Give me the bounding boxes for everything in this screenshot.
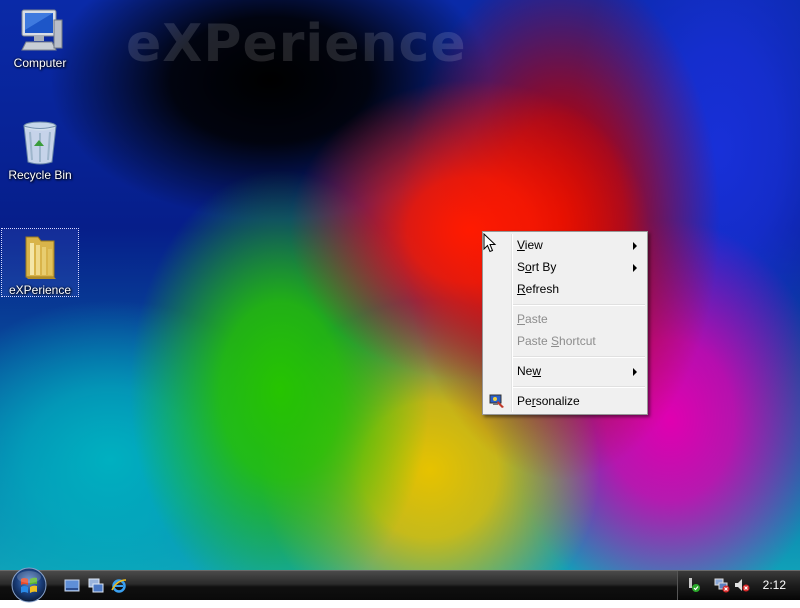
menu-item-label: aste xyxy=(525,312,548,326)
submenu-arrow-icon xyxy=(633,242,637,250)
menu-item-refresh[interactable]: Refresh xyxy=(485,278,645,300)
desktop-icon-computer[interactable]: Computer xyxy=(2,2,78,70)
switch-windows-icon[interactable] xyxy=(88,578,104,594)
recycle-bin-icon xyxy=(16,118,64,166)
network-disconnected-icon[interactable] xyxy=(714,577,730,593)
menu-item-accelerator: S xyxy=(551,334,560,348)
menu-item-label: iew xyxy=(524,238,543,252)
menu-item-accelerator: R xyxy=(517,282,526,296)
menu-separator xyxy=(513,386,645,388)
menu-item-paste-shortcut[interactable]: Paste Shortcut xyxy=(485,330,645,352)
taskbar: 2:12 xyxy=(0,567,800,603)
desktop[interactable]: eXPerience Computer Recycle Bin eXPerien… xyxy=(0,0,800,570)
menu-separator xyxy=(513,356,645,358)
desktop-icon-recycle-bin[interactable]: Recycle Bin xyxy=(2,114,78,184)
show-desktop-icon[interactable] xyxy=(64,578,80,594)
personalize-icon xyxy=(489,393,505,409)
desktop-icon-label: Recycle Bin xyxy=(8,168,72,182)
desktop-watermark: eXPerience xyxy=(126,14,467,74)
folder-icon xyxy=(16,233,64,281)
submenu-arrow-icon xyxy=(633,368,637,376)
menu-separator xyxy=(513,304,645,306)
menu-item-view[interactable]: View xyxy=(485,234,645,256)
menu-item-accelerator: P xyxy=(517,312,526,326)
menu-item-label: Pe xyxy=(517,394,532,408)
desktop-icon-label: eXPerience xyxy=(8,283,72,297)
menu-item-label: hortcut xyxy=(559,334,596,348)
menu-item-accelerator: o xyxy=(525,260,532,274)
notification-area: 2:12 xyxy=(677,571,800,600)
desktop-icon-label: Computer xyxy=(13,56,67,70)
menu-item-accelerator: w xyxy=(532,364,542,378)
start-orb-icon[interactable] xyxy=(8,566,50,604)
computer-icon xyxy=(16,6,64,54)
volume-muted-icon[interactable] xyxy=(734,577,750,593)
menu-item-label: rt By xyxy=(531,260,557,274)
menu-item-label: S xyxy=(517,260,526,274)
submenu-arrow-icon xyxy=(633,264,637,272)
internet-explorer-icon[interactable] xyxy=(111,578,127,594)
mouse-cursor-icon xyxy=(483,232,497,253)
menu-item-accelerator: V xyxy=(517,238,525,252)
desktop-icon-experience-folder[interactable]: eXPerience xyxy=(1,228,79,297)
menu-item-sort-by[interactable]: Sort By xyxy=(485,256,645,278)
menu-item-label: sonalize xyxy=(535,394,580,408)
menu-item-label: efresh xyxy=(525,282,560,296)
security-center-icon[interactable] xyxy=(686,577,702,593)
desktop-context-menu: View Sort By Refresh Paste Paste Shortcu… xyxy=(482,231,648,415)
clock[interactable]: 2:12 xyxy=(763,578,786,592)
menu-item-paste[interactable]: Paste xyxy=(485,308,645,330)
menu-item-new[interactable]: New xyxy=(485,360,645,382)
menu-item-label: Ne xyxy=(517,364,533,378)
menu-item-personalize[interactable]: Personalize xyxy=(485,390,645,412)
menu-item-label: Paste xyxy=(517,334,552,348)
